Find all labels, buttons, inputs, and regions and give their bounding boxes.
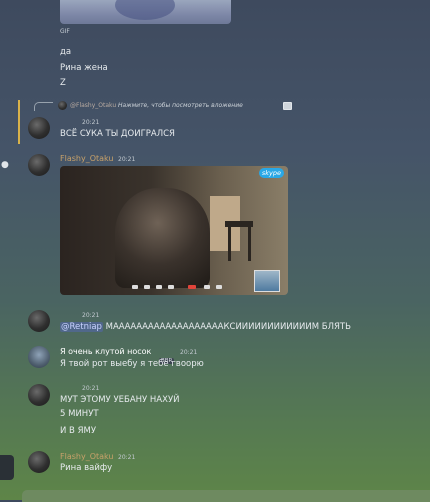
- video-control-icon[interactable]: [132, 285, 138, 289]
- members-icon[interactable]: ●: [1, 160, 9, 170]
- message-line: Я твой рот выебу я тебе гвоорю: [60, 359, 204, 369]
- timestamp: 20:21: [118, 454, 136, 461]
- skype-logo: skype: [258, 168, 284, 178]
- timestamp: 20:21: [82, 119, 100, 126]
- author-name[interactable]: Flashy_Otaku: [60, 452, 114, 462]
- timestamp: 20:21: [82, 312, 100, 319]
- message-line: Z: [60, 78, 66, 88]
- video-person: [115, 188, 210, 288]
- avatar[interactable]: [28, 451, 50, 473]
- video-stool-leg: [228, 226, 231, 261]
- image-icon: [283, 102, 292, 110]
- message-line: МУТ ЭТОМУ УЕБАНУ НАХУЙ: [60, 395, 180, 405]
- avatar[interactable]: [28, 310, 50, 332]
- avatar[interactable]: [28, 384, 50, 406]
- user-mention[interactable]: @Retniap: [60, 322, 103, 332]
- video-control-icon[interactable]: [144, 285, 150, 289]
- reply-preview[interactable]: @Flashy_Otaku Нажмите, чтобы посмотреть …: [70, 102, 243, 109]
- video-control-icon[interactable]: [204, 285, 210, 289]
- video-attachment[interactable]: skype: [60, 166, 288, 295]
- message-line: Рина вайфу: [60, 463, 113, 473]
- reply-hint[interactable]: Нажмите, чтобы посмотреть вложение: [118, 102, 243, 109]
- video-control-icon[interactable]: [156, 285, 162, 289]
- reply-connector: [34, 102, 53, 111]
- avatar[interactable]: [28, 117, 50, 139]
- message-input[interactable]: [22, 490, 430, 502]
- message-line: 5 МИНУТ: [60, 409, 99, 419]
- author-name[interactable]: Flashy_Otaku: [60, 154, 114, 164]
- sidebar-panel: [0, 455, 14, 480]
- message-line: да: [60, 47, 72, 57]
- timestamp: 20:21: [180, 349, 198, 356]
- reply-author[interactable]: @Flashy_Otaku: [70, 102, 116, 109]
- video-stool-leg: [248, 226, 251, 261]
- reply-highlight-bar: [18, 100, 20, 144]
- avatar[interactable]: [28, 346, 50, 368]
- video-control-icon[interactable]: [168, 285, 174, 289]
- timestamp: 20:21: [82, 385, 100, 392]
- message-line: @Retniap МАААААААААААААААААААКСИИИИИИИИИ…: [60, 322, 351, 333]
- gif-preview[interactable]: [60, 0, 231, 24]
- message-line: Рина жена: [60, 63, 108, 73]
- video-control-icon[interactable]: [216, 285, 222, 289]
- message-line: И В ЯМУ: [60, 426, 97, 436]
- message-line: ВСЁ СУКА ТЫ ДОИГРАЛСЯ: [60, 129, 175, 139]
- timestamp: 20:21: [118, 156, 136, 163]
- author-name[interactable]: Я очень клутой носок: [60, 347, 151, 357]
- hangup-icon[interactable]: [188, 285, 196, 289]
- video-self-view: [254, 270, 280, 292]
- message-text: МАААААААААААААААААААКСИИИИИИИИИИИИМ БЛЯТ…: [105, 322, 351, 332]
- reply-avatar: [58, 101, 67, 110]
- gif-label: GIF: [60, 28, 70, 35]
- avatar[interactable]: [28, 154, 50, 176]
